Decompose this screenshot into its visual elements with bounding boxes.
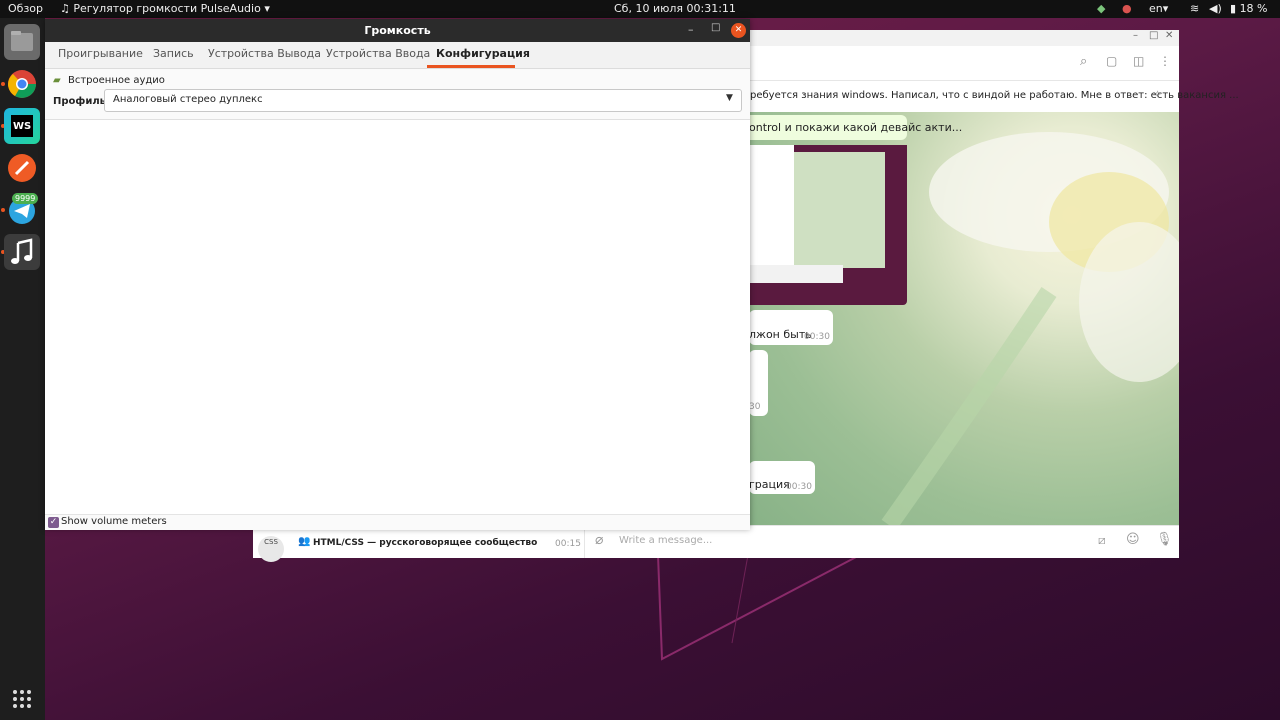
sidebar-icon[interactable]: ◫	[1133, 54, 1144, 68]
avatar: CSS	[258, 536, 284, 562]
show-apps-icon[interactable]	[4, 681, 40, 717]
chat-time: 00:15	[555, 539, 581, 549]
window-title: Громкость	[364, 24, 431, 37]
chrome-icon[interactable]	[4, 66, 40, 102]
message-time: 00:30	[786, 482, 812, 492]
search-icon[interactable]: ⌕	[1080, 54, 1087, 69]
app-menu[interactable]: ♫ Регулятор громкости PulseAudio ▾	[60, 0, 270, 18]
window-titlebar[interactable]: Громкость – □ ✕	[45, 19, 750, 42]
wallpaper-decoration	[657, 555, 861, 661]
emoji-icon[interactable]: ☺	[1126, 532, 1140, 547]
message-text: грация	[749, 478, 790, 491]
commands-icon[interactable]: ⧄	[1098, 533, 1106, 548]
sound-card: ▰ Встроенное аудио Профиль: Аналоговый с…	[45, 69, 750, 120]
postman-icon[interactable]	[4, 150, 40, 186]
tab-playback[interactable]: Проигрывание	[58, 42, 143, 68]
chat-list-item[interactable]: CSS 👥 HTML/CSS — русскоговорящее сообщес…	[253, 526, 585, 562]
message-time: 30	[749, 402, 761, 412]
message-time: 00:30	[804, 332, 830, 342]
screenshot-thumbnail[interactable]	[749, 145, 907, 305]
status-bar: ✓ Show volume meters	[45, 514, 750, 530]
profile-label: Профиль:	[53, 96, 110, 107]
chevron-down-icon: ▾	[264, 2, 270, 15]
comments-icon[interactable]: ▢	[1106, 54, 1117, 68]
message-input[interactable]: Write a message...	[619, 535, 712, 546]
telegram-badge: 9999	[12, 193, 39, 204]
message-text: лжон быть	[749, 328, 812, 341]
volume-icon[interactable]: ◀)	[1209, 0, 1222, 18]
message-bubble[interactable]: грация 00:30	[749, 461, 815, 494]
chat-name: HTML/CSS — русскоговорящее сообщество	[313, 538, 538, 548]
tab-bar: Проигрывание Запись Устройства Вывода Ус…	[45, 42, 750, 69]
message-text: ontrol и покажи какой девайс акти...	[749, 121, 963, 134]
microphone-icon[interactable]: 🎙	[1156, 532, 1173, 547]
show-meters-checkbox[interactable]: ✓	[48, 517, 59, 528]
app-menu-label: Регулятор громкости PulseAudio	[73, 2, 261, 15]
active-tab-indicator	[427, 65, 515, 68]
more-icon[interactable]: ⋮	[1159, 54, 1171, 68]
chevron-down-icon: ▼	[726, 93, 733, 103]
activities-button[interactable]: Обзор	[8, 0, 43, 18]
shield-icon[interactable]: ◆	[1097, 0, 1105, 18]
svg-text:WS: WS	[13, 121, 31, 132]
maximize-icon[interactable]: □	[711, 22, 720, 33]
files-icon[interactable]	[4, 24, 40, 60]
pulseaudio-window: Громкость – □ ✕ Проигрывание Запись Устр…	[45, 19, 750, 530]
show-meters-label: Show volume meters	[61, 516, 167, 527]
tab-input-devices[interactable]: Устройства Ввода	[326, 42, 430, 68]
profile-dropdown[interactable]: Аналоговый стерео дуплекс ▼	[104, 89, 742, 112]
minimize-icon[interactable]: –	[688, 23, 694, 36]
tab-recording[interactable]: Запись	[153, 42, 194, 68]
pinned-text: ребуется знания windows. Написал, что с …	[750, 90, 1239, 101]
group-icon: 👥	[298, 536, 311, 547]
card-name: Встроенное аудио	[68, 75, 165, 86]
chat-background: ontrol и покажи какой девайс акти... лжо…	[749, 112, 1179, 525]
profile-value: Аналоговый стерео дуплекс	[113, 94, 263, 105]
battery-indicator[interactable]: ▮ 18 %	[1230, 0, 1268, 18]
music-note-icon: ♫	[60, 2, 70, 15]
message-bubble[interactable]: лжон быть 00:30	[749, 310, 833, 345]
maximize-icon[interactable]: □	[1149, 30, 1158, 41]
close-icon[interactable]: ✕	[1165, 30, 1173, 41]
message-bubble[interactable]: 30	[749, 350, 768, 416]
battery-label: 18 %	[1239, 2, 1268, 15]
top-bar: Обзор ♫ Регулятор громкости PulseAudio ▾…	[0, 0, 1280, 18]
dock: WS 9999	[0, 18, 45, 720]
message-bubble[interactable]: ontrol и покажи какой девайс акти...	[749, 115, 962, 140]
language-indicator[interactable]: en▾	[1149, 0, 1168, 18]
minimize-icon[interactable]: –	[1133, 30, 1138, 41]
close-icon[interactable]: ✕	[731, 23, 746, 38]
tab-output-devices[interactable]: Устройства Вывода	[208, 42, 321, 68]
battery-icon: ▮	[1230, 2, 1237, 15]
pin-icon[interactable]: ✧	[1153, 88, 1162, 101]
wifi-icon[interactable]: ≋	[1190, 0, 1199, 18]
webstorm-icon[interactable]: WS	[4, 108, 40, 144]
audio-card-icon: ▰	[53, 75, 61, 86]
attach-icon[interactable]: ⌀	[595, 532, 603, 548]
language-label: en	[1149, 2, 1163, 15]
music-icon[interactable]	[4, 234, 40, 270]
clock[interactable]: Сб, 10 июля 00:31:11	[614, 0, 736, 18]
indicator-icon[interactable]: ●	[1122, 0, 1132, 18]
